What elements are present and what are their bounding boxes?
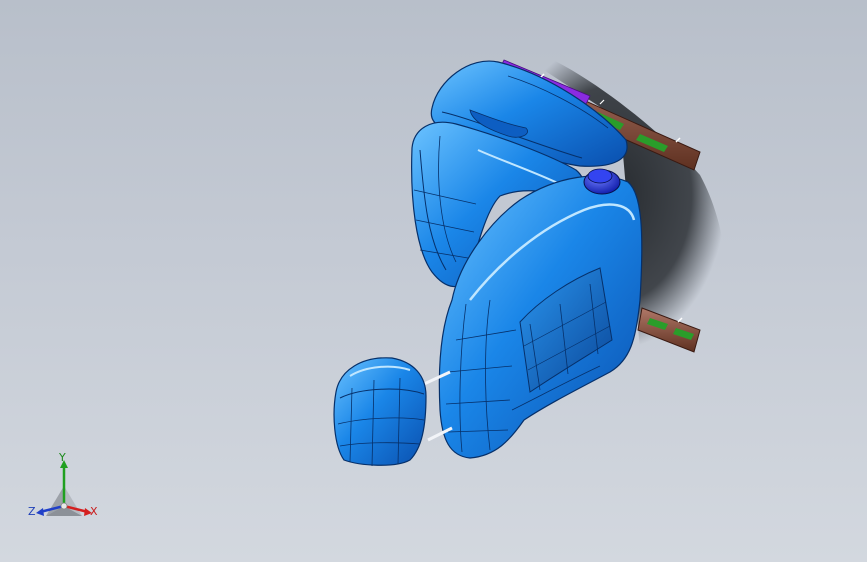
adjuster-knob[interactable] (583, 168, 621, 195)
3d-viewport[interactable]: Y X Z (0, 0, 867, 562)
seat-model[interactable] (0, 0, 867, 562)
axis-x-label: X (90, 505, 98, 518)
armrest[interactable] (333, 357, 427, 467)
axis-triad[interactable]: Y X Z (24, 446, 108, 526)
axis-z-label: Z (28, 505, 36, 518)
axis-y-label: Y (59, 451, 66, 464)
